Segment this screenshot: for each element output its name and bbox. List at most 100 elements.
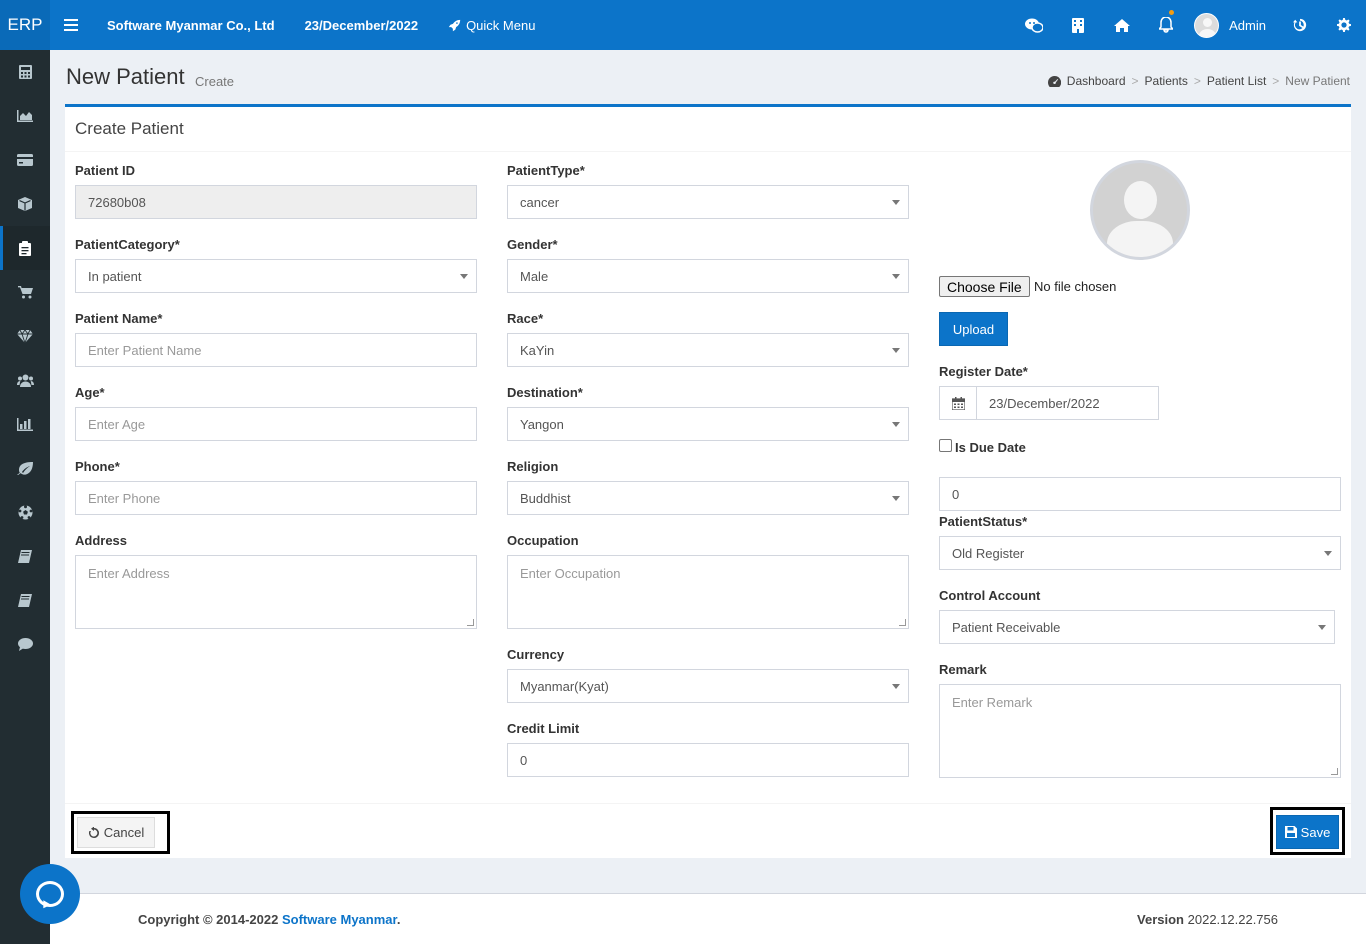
breadcrumb-patients[interactable]: Patients xyxy=(1145,74,1188,88)
age-label: Age* xyxy=(75,385,105,400)
user-menu[interactable]: Admin xyxy=(1188,12,1278,38)
control-account-select[interactable]: Patient Receivable xyxy=(939,610,1335,644)
control-account-label: Control Account xyxy=(939,588,1041,603)
is-due-date-label: Is Due Date xyxy=(955,440,1026,455)
file-status: No file chosen xyxy=(1034,279,1117,294)
users-icon xyxy=(16,374,34,387)
age-input[interactable]: Enter Age xyxy=(75,407,477,441)
chat-widget-button[interactable] xyxy=(20,864,80,924)
gender-select[interactable]: Male xyxy=(507,259,909,293)
sidebar-item-patients[interactable] xyxy=(0,226,50,270)
sidebar-item-inventory[interactable] xyxy=(0,182,50,226)
patient-id-field: 72680b08 xyxy=(75,185,477,219)
company-link[interactable]: Software Myanmar xyxy=(282,912,397,927)
sidebar-item-users[interactable] xyxy=(0,358,50,402)
cube-icon xyxy=(18,197,32,211)
copyright-text: Copyright © 2014-2022 xyxy=(138,912,279,927)
clipboard-icon xyxy=(19,240,31,256)
sidebar-item-reports[interactable] xyxy=(0,94,50,138)
sidebar-item-products[interactable] xyxy=(0,314,50,358)
brand-logo[interactable]: ERP xyxy=(0,0,50,50)
patient-status-select[interactable]: Old Register xyxy=(939,536,1341,570)
sidebar-item-messages[interactable] xyxy=(0,622,50,666)
bar-chart-icon xyxy=(17,417,33,431)
patient-name-label: Patient Name* xyxy=(75,311,163,326)
version-label: Version xyxy=(1137,912,1184,927)
patient-category-select[interactable]: In patient xyxy=(75,259,477,293)
breadcrumb-current: New Patient xyxy=(1285,74,1350,88)
address-textarea[interactable]: Enter Address xyxy=(75,555,477,629)
destination-label: Destination* xyxy=(507,385,583,400)
building-icon[interactable] xyxy=(1056,0,1100,50)
home-icon[interactable] xyxy=(1100,0,1144,50)
occupation-textarea[interactable]: Enter Occupation xyxy=(507,555,909,629)
sidebar-item-environment[interactable] xyxy=(0,446,50,490)
sidebar xyxy=(0,50,50,944)
diamond-icon xyxy=(17,329,33,343)
register-date-input[interactable]: 23/December/2022 xyxy=(977,386,1159,420)
patient-category-label: PatientCategory* xyxy=(75,237,180,252)
gear-icon[interactable] xyxy=(1322,0,1366,50)
breadcrumb-patient-list[interactable]: Patient List xyxy=(1207,74,1266,88)
choose-file-button[interactable]: Choose File xyxy=(939,276,1030,297)
race-select[interactable]: KaYin xyxy=(507,333,909,367)
breadcrumb-separator: > xyxy=(1131,74,1139,88)
currency-label: Currency xyxy=(507,647,565,662)
dashboard-icon xyxy=(1047,75,1061,87)
leaf-icon xyxy=(17,461,33,475)
user-name: Admin xyxy=(1229,17,1266,33)
phone-input[interactable]: Enter Phone xyxy=(75,481,477,515)
sidebar-toggle[interactable] xyxy=(64,19,78,31)
patient-status-label: PatientStatus* xyxy=(939,514,1028,529)
soccer-ball-icon xyxy=(18,504,32,519)
page-title: New Patient xyxy=(66,64,185,89)
patient-type-label: PatientType* xyxy=(507,163,585,178)
notification-dot xyxy=(1169,10,1175,15)
history-icon[interactable] xyxy=(1278,0,1322,50)
sidebar-item-analytics[interactable] xyxy=(0,402,50,446)
patient-name-input[interactable]: Enter Patient Name xyxy=(75,333,477,367)
version-number: 2022.12.22.756 xyxy=(1187,912,1278,927)
cancel-button[interactable]: Cancel xyxy=(77,817,155,848)
current-date: 23/December/2022 xyxy=(304,17,419,33)
breadcrumb: Dashboard > Patients > Patient List > Ne… xyxy=(1047,74,1350,88)
calendar-icon[interactable] xyxy=(939,386,977,420)
calculator-icon xyxy=(18,65,32,79)
patient-id-label: Patient ID xyxy=(75,163,135,178)
avatar xyxy=(1194,12,1220,38)
patient-type-select[interactable]: cancer xyxy=(507,185,909,219)
remark-textarea[interactable]: Enter Remark xyxy=(939,684,1341,778)
patient-photo xyxy=(1090,160,1190,260)
currency-select[interactable]: Myanmar(Kyat) xyxy=(507,669,909,703)
breadcrumb-separator: > xyxy=(1193,74,1201,88)
bell-icon[interactable] xyxy=(1144,0,1188,50)
quick-menu-link[interactable]: Quick Menu xyxy=(448,18,535,33)
remark-label: Remark xyxy=(939,662,987,677)
book-icon xyxy=(18,549,32,563)
top-navbar: ERP Software Myanmar Co., Ltd 23/Decembe… xyxy=(0,0,1366,50)
sidebar-item-accounting[interactable] xyxy=(0,50,50,94)
sidebar-item-library[interactable] xyxy=(0,578,50,622)
is-due-date-checkbox[interactable] xyxy=(939,439,952,452)
upload-button[interactable]: Upload xyxy=(939,312,1008,346)
religion-select[interactable]: Buddhist xyxy=(507,481,909,515)
credit-limit-input[interactable]: 0 xyxy=(507,743,909,777)
breadcrumb-separator: > xyxy=(1272,74,1280,88)
sidebar-item-sports[interactable] xyxy=(0,490,50,534)
due-days-input[interactable]: 0 xyxy=(939,477,1341,511)
sidebar-item-payments[interactable] xyxy=(0,138,50,182)
sidebar-item-sales[interactable] xyxy=(0,270,50,314)
cancel-label: Cancel xyxy=(103,825,145,840)
race-label: Race* xyxy=(507,311,544,326)
sidebar-item-books[interactable] xyxy=(0,534,50,578)
register-date-label: Register Date* xyxy=(939,364,1028,379)
wechat-icon[interactable] xyxy=(1012,0,1056,50)
breadcrumb-dashboard[interactable]: Dashboard xyxy=(1067,74,1126,88)
cart-icon xyxy=(17,285,33,298)
save-button[interactable]: Save xyxy=(1276,815,1339,849)
occupation-label: Occupation xyxy=(507,533,579,548)
credit-card-icon xyxy=(17,154,33,166)
destination-select[interactable]: Yangon xyxy=(507,407,909,441)
undo-icon xyxy=(88,826,99,838)
cancel-highlight: Cancel xyxy=(71,811,170,854)
